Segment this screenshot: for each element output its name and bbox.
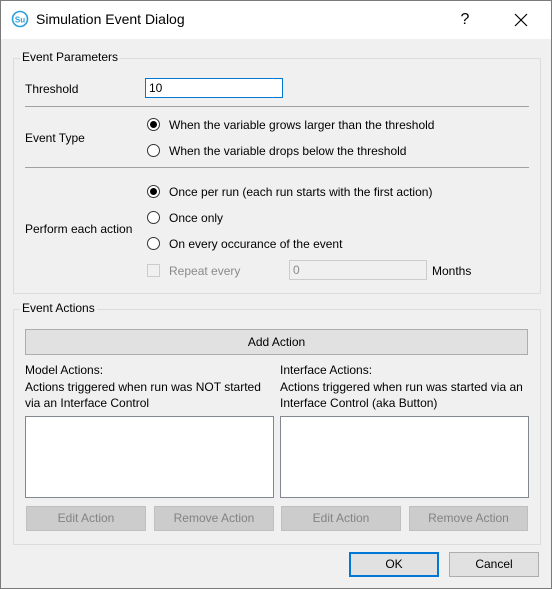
close-button[interactable] [501, 5, 541, 35]
ok-button[interactable]: OK [349, 552, 439, 577]
add-action-button[interactable]: Add Action [25, 329, 528, 355]
event-type-radio-grows[interactable] [147, 118, 160, 131]
separator [25, 167, 529, 168]
svg-text:Su: Su [15, 16, 25, 25]
model-actions-list[interactable] [25, 416, 274, 498]
interface-actions-title: Interface Actions: [280, 363, 373, 377]
title-bar: Su Simulation Event Dialog ? [1, 1, 551, 39]
interface-remove-action-button[interactable]: Remove Action [409, 506, 528, 531]
interface-actions-list[interactable] [280, 416, 529, 498]
perform-option-once-per-run[interactable]: Once per run (each run starts with the f… [169, 185, 432, 199]
event-type-radio-drops[interactable] [147, 144, 160, 157]
model-edit-action-button[interactable]: Edit Action [26, 506, 146, 531]
repeat-unit-label: Months [432, 264, 472, 278]
perform-radio-once-only[interactable] [147, 211, 160, 224]
event-type-option-grows[interactable]: When the variable grows larger than the … [169, 118, 434, 132]
perform-radio-every-occurance[interactable] [147, 237, 160, 250]
window-title: Simulation Event Dialog [36, 11, 185, 27]
simulation-event-dialog: Su Simulation Event Dialog ? Event Param… [0, 0, 552, 589]
close-icon [514, 13, 528, 27]
model-actions-description: Actions triggered when run was NOT start… [25, 380, 261, 410]
separator [25, 106, 529, 107]
perform-each-action-label: Perform each action [25, 222, 133, 236]
perform-radio-once-per-run[interactable] [147, 185, 160, 198]
event-type-option-drops[interactable]: When the variable drops below the thresh… [169, 144, 406, 158]
cancel-button[interactable]: Cancel [449, 552, 539, 577]
event-actions-title: Event Actions [20, 301, 97, 315]
interface-edit-action-button[interactable]: Edit Action [281, 506, 401, 531]
perform-option-once-only[interactable]: Once only [169, 211, 223, 225]
repeat-every-label: Repeat every [169, 264, 241, 278]
threshold-input[interactable]: 10 [145, 78, 283, 98]
perform-option-every-occurance[interactable]: On every occurance of the event [169, 237, 342, 251]
repeat-every-checkbox[interactable] [147, 264, 160, 277]
model-actions-title: Model Actions: [25, 363, 104, 377]
su-logo-icon: Su [11, 10, 29, 28]
threshold-label: Threshold [25, 82, 79, 96]
repeat-every-input[interactable]: 0 [289, 260, 427, 280]
event-parameters-title: Event Parameters [20, 50, 121, 64]
model-remove-action-button[interactable]: Remove Action [154, 506, 274, 531]
event-type-label: Event Type [25, 131, 85, 145]
interface-actions-description: Actions triggered when run was started v… [280, 380, 523, 410]
help-button[interactable]: ? [447, 5, 483, 35]
